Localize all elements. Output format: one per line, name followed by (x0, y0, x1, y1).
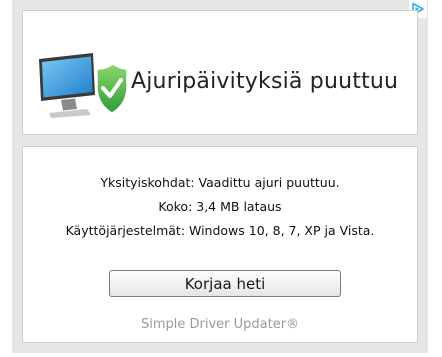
os-line: Käyttöjärjestelmät: Windows 10, 8, 7, XP… (65, 223, 375, 238)
headline-text: Ajuripäivityksiä puuttuu (131, 69, 399, 94)
details-line: Yksityiskohdat: Vaadittu ajuri puuttuu. (100, 175, 340, 190)
size-line: Koko: 3,4 MB lataus (158, 199, 282, 214)
details-text: Yksityiskohdat: Vaadittu ajuri puuttuu. … (23, 171, 417, 243)
fix-now-button[interactable]: Korjaa heti (109, 270, 341, 297)
monitor-shield-icon (39, 53, 127, 118)
ad-frame[interactable]: Ajuripäivityksiä puuttuu Yksityiskohdat:… (12, 0, 428, 353)
headline-panel[interactable]: Ajuripäivityksiä puuttuu (22, 10, 418, 135)
brand-name: Simple Driver Updater® (140, 317, 300, 332)
details-panel[interactable]: Yksityiskohdat: Vaadittu ajuri puuttuu. … (22, 146, 418, 343)
